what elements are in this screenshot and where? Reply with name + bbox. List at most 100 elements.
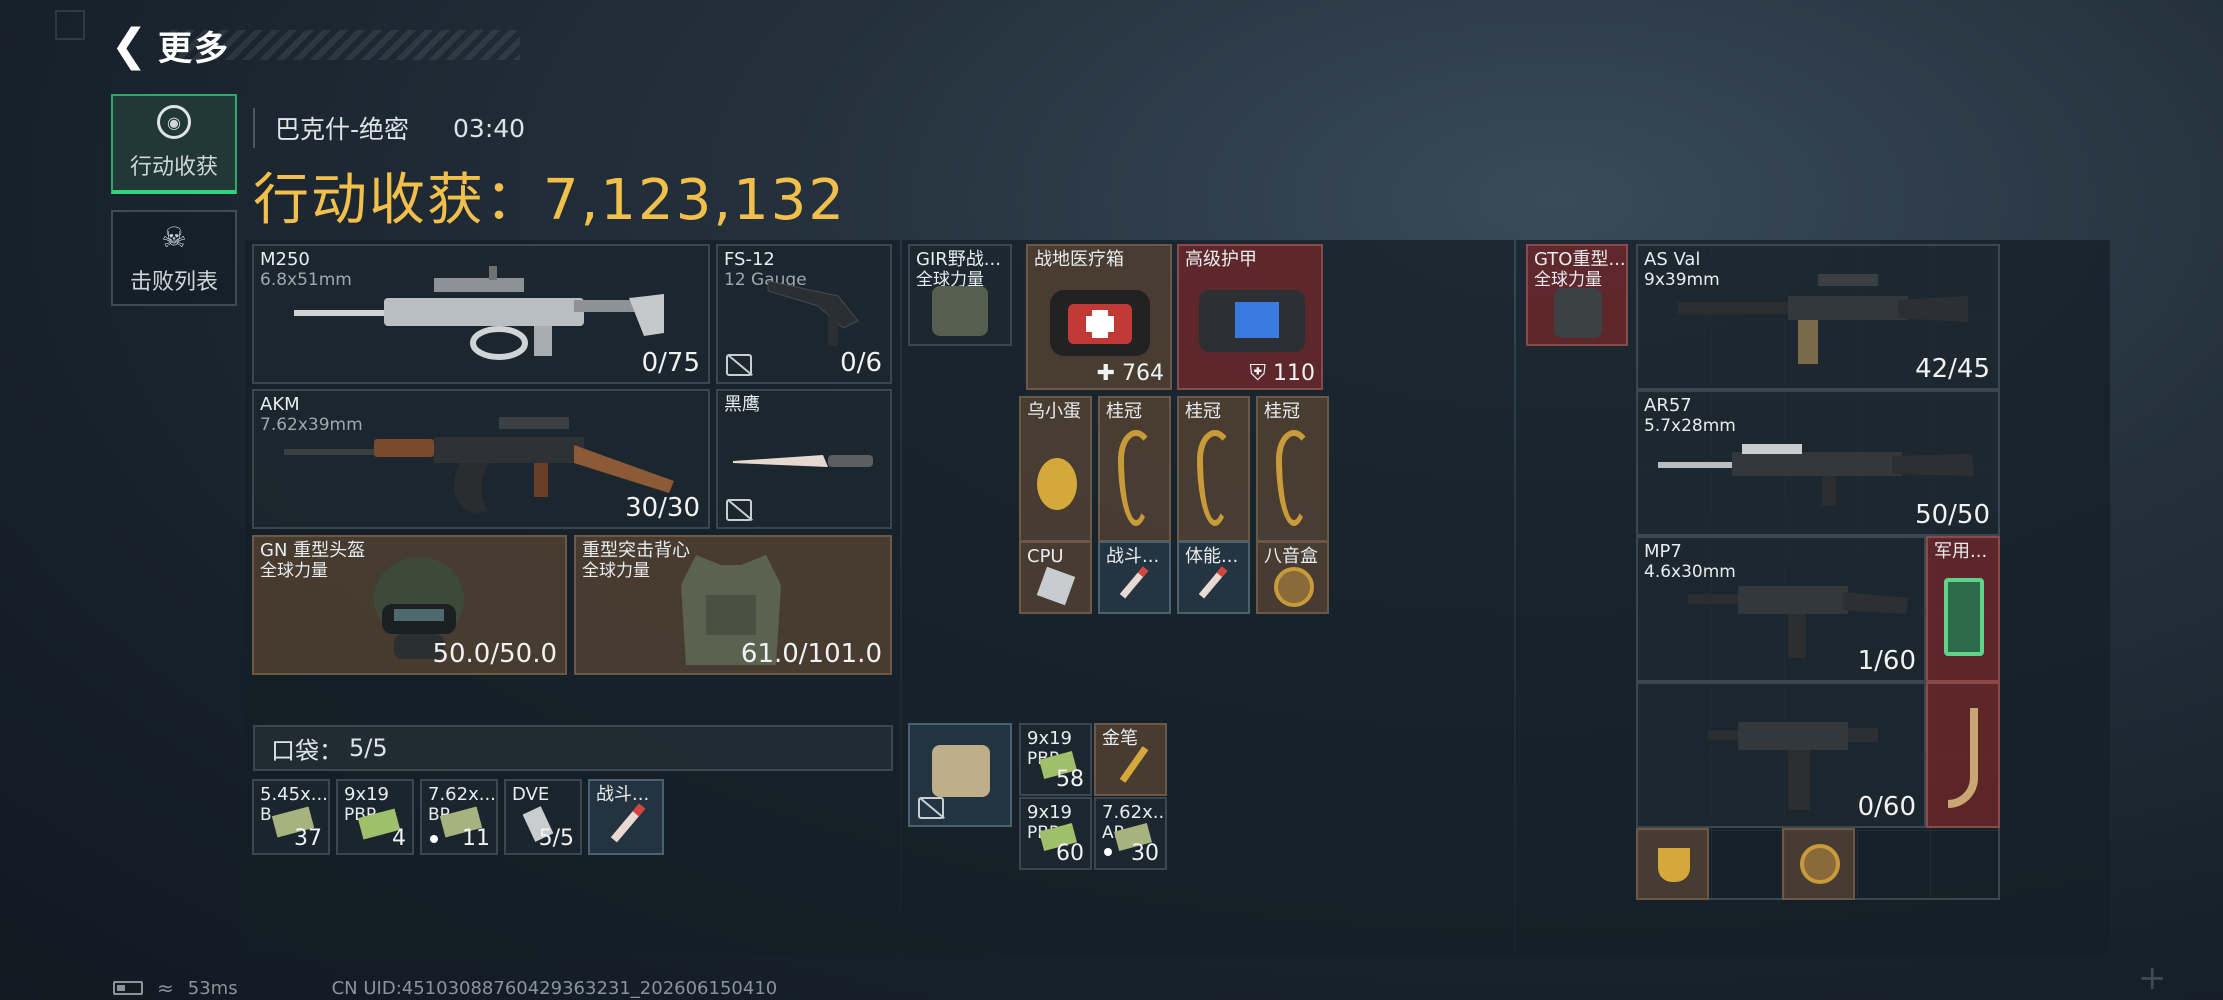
item-name: 9x19 [1027, 802, 1073, 823]
item-name: CPU [1027, 546, 1064, 567]
slot-medkit[interactable]: 战地医疗箱 ✚ 764 [1026, 244, 1172, 390]
pocket-label: 口袋： [271, 736, 343, 765]
skull-icon: ☠ [161, 220, 187, 254]
slot-laurel-3[interactable]: 桂冠 [1256, 396, 1329, 542]
raid-info: 巴克什-绝密 03:40 [253, 108, 525, 148]
armor-count: ⛨ 110 [1250, 361, 1316, 386]
laurel-icon [1118, 430, 1154, 526]
no-attachment-icon [726, 354, 752, 376]
injector-icon [1119, 566, 1149, 599]
durability: 61.0/101.0 [740, 639, 882, 669]
top-bar: ❮ 更多 [110, 19, 520, 71]
pocket-count: 5/5 [349, 734, 388, 762]
slot-military-tablet[interactable]: 军用... [1926, 536, 2000, 682]
slot-helmet[interactable]: GN 重型头盔 全球力量 50.0/50.0 [252, 535, 567, 675]
item-name: 7.62x... [428, 784, 496, 805]
slot-m250[interactable]: M250 6.8x51mm 0/75 [252, 244, 710, 384]
slot-egg[interactable]: 乌小蛋 [1019, 396, 1092, 542]
slot-ammo-9x19-b[interactable]: 9x19 PBP 60 [1019, 797, 1092, 870]
item-name: 军用... [1934, 541, 1988, 562]
laurel-icon [1197, 430, 1233, 526]
raid-time: 03:40 [453, 113, 526, 143]
slot-gold-pen[interactable]: 金笔 [1094, 723, 1167, 796]
item-count: 60 [1056, 841, 1084, 866]
harvest-label: 行动收获： [253, 168, 543, 233]
pocket-item-dve[interactable]: DVE 5/5 [504, 779, 582, 855]
injector-icon [1198, 566, 1228, 599]
slot-goblet[interactable] [1636, 828, 1709, 900]
chest-rig-icon [932, 286, 988, 336]
item-sub: 全球力量 [582, 561, 650, 581]
pocket-item-ammo-545[interactable]: 5.45x... B 37 [252, 779, 330, 855]
pocket-item-ammo-762[interactable]: 7.62x... BP 11 [420, 779, 498, 855]
slot-asval[interactable]: AS Val 9x39mm 42/45 [1636, 244, 2000, 390]
slot-ammo-762[interactable]: 7.62x... AP 30 [1094, 797, 1167, 870]
slot-smg-2[interactable]: 0/60 [1636, 682, 1926, 828]
egg-icon [1037, 458, 1077, 510]
tab-harvest[interactable]: ◉ 行动收获 [111, 94, 237, 194]
slot-music-box[interactable]: 八音盒 [1256, 541, 1329, 614]
item-count: 30 [1131, 841, 1159, 866]
slot-advanced-armor[interactable]: 高级护甲 ⛨ 110 [1177, 244, 1323, 390]
status-bar: ≈ 53ms CN UID:4510308876042936323​1_2026… [113, 976, 777, 1000]
item-name: 7.62x... [1102, 802, 1167, 823]
medal-icon [1800, 844, 1840, 884]
item-name: MP7 [1644, 541, 1682, 562]
slot-combat-stim[interactable]: 战斗... [1098, 541, 1171, 614]
uid: CN UID:4510308876042936323​1_20260615041… [331, 977, 778, 999]
item-name: 战斗... [596, 784, 650, 805]
item-name: GTO重型... [1534, 249, 1626, 270]
battery-icon [113, 981, 143, 995]
slot-stamina-stim[interactable]: 体能... [1177, 541, 1250, 614]
slot-laurel-1[interactable]: 桂冠 [1098, 396, 1171, 542]
slot-fs12[interactable]: FS-12 12 Gauge 0/6 [716, 244, 892, 384]
slot-laurel-2[interactable]: 桂冠 [1177, 396, 1250, 542]
slot-pouch[interactable] [908, 723, 1012, 827]
slot-cpu[interactable]: CPU [1019, 541, 1092, 614]
item-name: 体能... [1185, 546, 1239, 567]
item-name: 桂冠 [1106, 401, 1142, 422]
tab-defeated-list[interactable]: ☠ 击败列表 [111, 210, 237, 306]
item-sub: 全球力量 [1534, 270, 1602, 290]
machine-gun-icon [294, 266, 664, 360]
slot-claw[interactable] [1926, 682, 2000, 828]
pocket-item-ammo-9x19[interactable]: 9x19 PBP 4 [336, 779, 414, 855]
claw-icon [1948, 708, 1978, 808]
shield-icon: ⛨ [1249, 361, 1273, 386]
no-attachment-icon [918, 797, 944, 819]
target-icon: ◉ [157, 105, 191, 139]
item-name: GN 重型头盔 [260, 540, 366, 561]
back-button[interactable]: ❮ [110, 19, 148, 71]
ammo-count: 1/60 [1857, 646, 1916, 676]
item-name: 桂冠 [1185, 401, 1221, 422]
slot-backpack[interactable]: GTO重型... 全球力量 [1526, 244, 1628, 346]
harvest-total: 行动收获：7,123,132 [253, 155, 846, 236]
slot-armor[interactable]: 重型突击背心 全球力量 61.0/101.0 [574, 535, 892, 675]
slot-ar57[interactable]: AR57 5.7x28mm 50/50 [1636, 390, 2000, 536]
tab-harvest-label: 行动收获 [129, 155, 218, 180]
slot-akm[interactable]: AKM 7.62x39mm 30/30 [252, 389, 710, 529]
chevron-left-icon: ❮ [110, 19, 148, 71]
pocket-header: 口袋： 5/5 [253, 725, 893, 771]
tab-defeated-list-label: 击败列表 [129, 270, 218, 295]
ammo-count: 30/30 [625, 493, 700, 523]
slot-chest-rig[interactable]: GIR野战... 全球力量 [908, 244, 1012, 346]
shotgun-icon [767, 280, 859, 346]
corner-frame [55, 10, 85, 40]
item-count: 4 [392, 826, 406, 851]
music-box-icon [1274, 567, 1314, 607]
plus-icon: + [2138, 958, 2167, 998]
slot-mp7[interactable]: MP7 4.6x30mm 1/60 [1636, 536, 1926, 682]
title-decoration [170, 30, 520, 60]
pen-icon [1119, 746, 1149, 783]
item-count: 11 [462, 826, 490, 851]
slot-medal[interactable] [1782, 828, 1855, 900]
pocket-item-injector[interactable]: 战斗... [588, 779, 664, 855]
item-count: 110 [1273, 361, 1315, 386]
slot-knife[interactable]: 黑鹰 [716, 389, 892, 529]
slot-ammo-9x19-a[interactable]: 9x19 PBP 58 [1019, 723, 1092, 796]
item-count: 37 [294, 826, 322, 851]
laurel-icon [1276, 430, 1312, 526]
item-name: 战地医疗箱 [1034, 249, 1124, 270]
ammo-count: 0/60 [1857, 792, 1916, 822]
